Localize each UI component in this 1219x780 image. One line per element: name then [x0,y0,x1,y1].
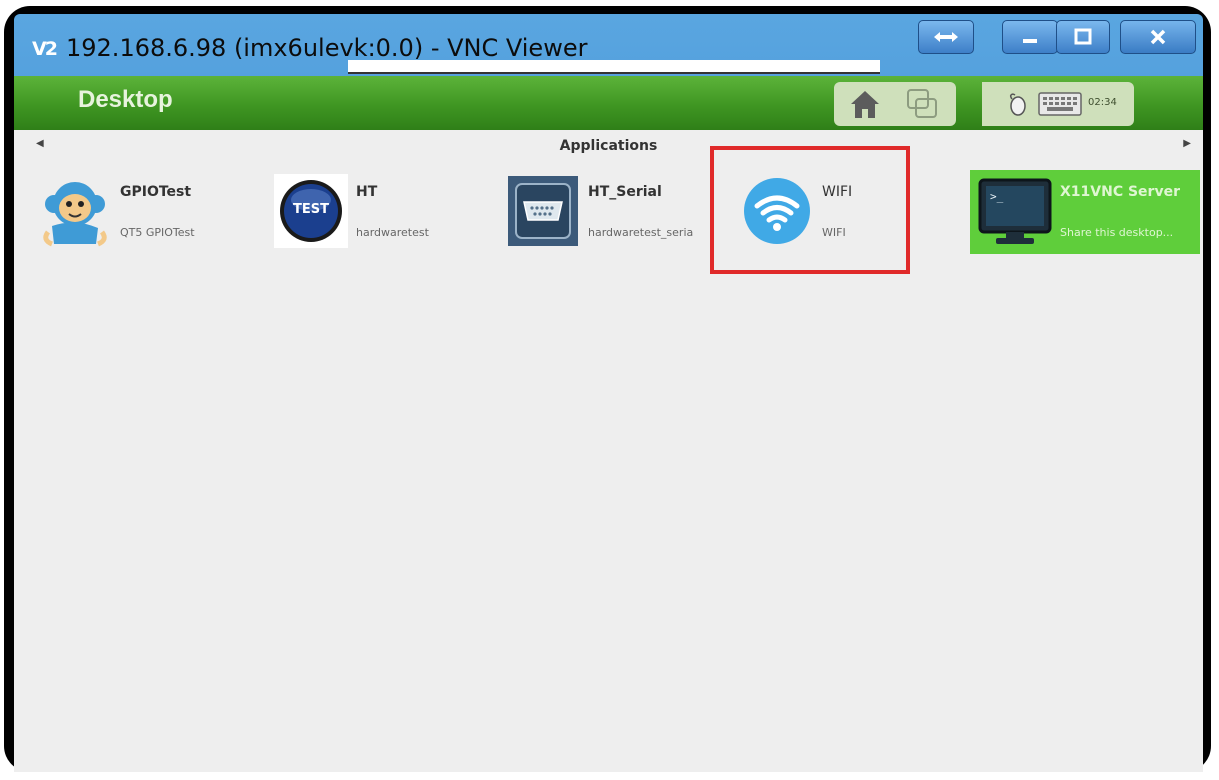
minimize-icon [1023,39,1037,43]
app-tile-ht[interactable]: TEST HT hardwaretest [266,170,486,248]
title-mask-bar [348,60,880,74]
home-icon[interactable] [848,87,882,121]
close-button[interactable] [1120,20,1196,54]
applications-header: ◀ Applications ▶ [14,134,1203,158]
app-tile-x11vnc-server[interactable]: >_ X11VNC Server Share this desktop... [970,170,1200,254]
maximize-icon [1074,28,1092,45]
app-name: HT_Serial [588,184,662,200]
vnc-logo-icon: V2 [32,38,58,60]
resize-toggle-button[interactable] [918,20,974,54]
app-tile-ht-serial[interactable]: HT_Serial hardwaretest_seria [498,170,718,248]
app-name: GPIOTest [120,184,192,200]
header-tray-left [834,82,956,126]
keyboard-icon[interactable] [1038,91,1082,117]
minimize-button[interactable] [1002,20,1058,54]
resize-toggle-icon [934,32,958,42]
desktop-header: Desktop 02:34 [14,76,1203,130]
window-switch-icon[interactable] [904,86,940,122]
test-badge-label: TEST [293,202,329,217]
app-tile-gpiotest[interactable]: GPIOTest QT5 GPIOTest [30,170,250,248]
window-title: 192.168.6.98 (imx6ulevk:0.0) - VNC Viewe… [66,34,588,62]
wifi-highlight-box [710,146,910,274]
close-icon [1150,29,1166,45]
page-title: Desktop [78,86,173,113]
terminal-icon: >_ [978,178,1052,244]
monkey-icon [43,182,107,247]
test-badge-icon: TEST [274,174,348,248]
header-tray-right: 02:34 [982,82,1134,126]
scroll-right-arrow-icon[interactable]: ▶ [1183,138,1191,149]
clock: 02:34 [1088,97,1117,108]
applications-title: Applications [559,138,658,154]
app-description: Share this desktop... [1060,226,1174,239]
app-name: HT [356,184,378,200]
terminal-prompt: >_ [990,190,1004,203]
app-name: X11VNC Server [1060,184,1180,200]
serial-port-icon [508,176,578,246]
app-description: QT5 GPIOTest [120,226,195,239]
app-description: hardwaretest [356,226,429,239]
maximize-button[interactable] [1056,20,1110,54]
mouse-icon[interactable] [1006,91,1028,117]
app-description: hardwaretest_seria [588,226,694,239]
remote-desktop: Desktop 02:34 ◀ Applications ▶ GPIOTest … [14,76,1203,772]
